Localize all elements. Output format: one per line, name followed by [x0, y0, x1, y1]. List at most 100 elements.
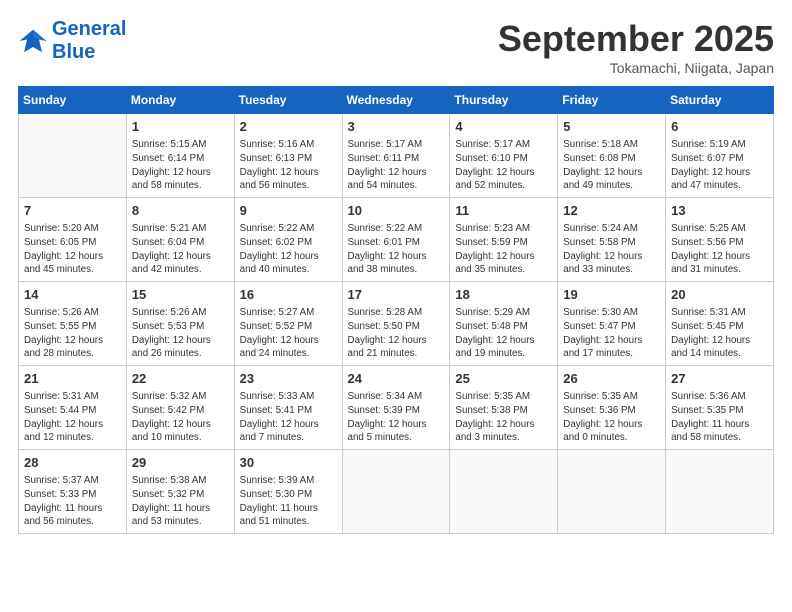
day-of-week-header: Sunday	[19, 87, 127, 114]
day-number: 27	[671, 370, 768, 388]
day-number: 23	[240, 370, 337, 388]
day-number: 3	[348, 118, 445, 136]
location-subtitle: Tokamachi, Niigata, Japan	[498, 60, 774, 76]
day-number: 26	[563, 370, 660, 388]
calendar-week-row: 21Sunrise: 5:31 AM Sunset: 5:44 PM Dayli…	[19, 366, 774, 450]
day-of-week-header: Wednesday	[342, 87, 450, 114]
day-number: 14	[24, 286, 121, 304]
calendar-day-cell: 18 Sunrise: 5:29 AM Sunset: 5:48 PM Dayli…	[450, 282, 558, 366]
calendar-day-cell: 1 Sunrise: 5:15 AM Sunset: 6:14 PM Daylig…	[126, 114, 234, 198]
calendar-week-row: 7Sunrise: 5:20 AM Sunset: 6:05 PM Daylig…	[19, 198, 774, 282]
calendar-day-cell: 30Sunrise: 5:39 AM Sunset: 5:30 PM Dayli…	[234, 450, 342, 534]
logo-icon	[18, 26, 48, 56]
calendar-week-row: 14 Sunrise: 5:26 AM Sunset: 5:55 PM Dayli…	[19, 282, 774, 366]
day-number: 12	[563, 202, 660, 220]
day-info: Sunrise: 5:26 AM Sunset: 5:55 PM Dayligh…	[24, 306, 121, 361]
calendar-day-cell: 26 Sunrise: 5:35 AM Sunset: 5:36 PM Dayli…	[558, 366, 666, 450]
day-info: Sunrise: 5:25 AM Sunset: 5:56 PM Dayligh…	[671, 222, 768, 277]
calendar-day-cell	[19, 114, 127, 198]
calendar-day-cell	[666, 450, 774, 534]
calendar-day-cell: 29Sunrise: 5:38 AM Sunset: 5:32 PM Dayli…	[126, 450, 234, 534]
day-info: Sunrise: 5:29 AM Sunset: 5:48 PM Dayligh…	[455, 306, 552, 361]
calendar-table: SundayMondayTuesdayWednesdayThursdayFrid…	[18, 86, 774, 534]
day-of-week-header: Saturday	[666, 87, 774, 114]
calendar-day-cell: 19 Sunrise: 5:30 AM Sunset: 5:47 PM Dayli…	[558, 282, 666, 366]
calendar-day-cell: 14 Sunrise: 5:26 AM Sunset: 5:55 PM Dayli…	[19, 282, 127, 366]
day-number: 25	[455, 370, 552, 388]
day-number: 11	[455, 202, 552, 220]
day-of-week-header: Monday	[126, 87, 234, 114]
day-number: 16	[240, 286, 337, 304]
day-info: Sunrise: 5:35 AM Sunset: 5:38 PM Dayligh…	[455, 390, 552, 445]
calendar-week-row: 28Sunrise: 5:37 AM Sunset: 5:33 PM Dayli…	[19, 450, 774, 534]
calendar-day-cell	[450, 450, 558, 534]
day-number: 6	[671, 118, 768, 136]
calendar-day-cell: 10 Sunrise: 5:22 AM Sunset: 6:01 PM Dayli…	[342, 198, 450, 282]
calendar-day-cell: 23 Sunrise: 5:33 AM Sunset: 5:41 PM Dayli…	[234, 366, 342, 450]
calendar-day-cell: 11 Sunrise: 5:23 AM Sunset: 5:59 PM Dayli…	[450, 198, 558, 282]
calendar-day-cell: 8Sunrise: 5:21 AM Sunset: 6:04 PM Daylig…	[126, 198, 234, 282]
day-info: Sunrise: 5:39 AM Sunset: 5:30 PM Dayligh…	[240, 474, 337, 529]
day-number: 24	[348, 370, 445, 388]
calendar-day-cell: 9 Sunrise: 5:22 AM Sunset: 6:02 PM Daylig…	[234, 198, 342, 282]
logo-text: General Blue	[52, 18, 126, 64]
title-block: September 2025 Tokamachi, Niigata, Japan	[498, 18, 774, 76]
day-of-week-header: Thursday	[450, 87, 558, 114]
day-number: 21	[24, 370, 121, 388]
day-number: 15	[132, 286, 229, 304]
day-number: 29	[132, 454, 229, 472]
day-number: 2	[240, 118, 337, 136]
day-info: Sunrise: 5:15 AM Sunset: 6:14 PM Dayligh…	[132, 138, 229, 193]
day-info: Sunrise: 5:27 AM Sunset: 5:52 PM Dayligh…	[240, 306, 337, 361]
day-of-week-header: Tuesday	[234, 87, 342, 114]
day-number: 13	[671, 202, 768, 220]
calendar-day-cell: 5 Sunrise: 5:18 AM Sunset: 6:08 PM Daylig…	[558, 114, 666, 198]
day-number: 5	[563, 118, 660, 136]
day-number: 19	[563, 286, 660, 304]
day-info: Sunrise: 5:22 AM Sunset: 6:02 PM Dayligh…	[240, 222, 337, 277]
day-info: Sunrise: 5:32 AM Sunset: 5:42 PM Dayligh…	[132, 390, 229, 445]
day-info: Sunrise: 5:37 AM Sunset: 5:33 PM Dayligh…	[24, 474, 121, 529]
day-info: Sunrise: 5:35 AM Sunset: 5:36 PM Dayligh…	[563, 390, 660, 445]
day-info: Sunrise: 5:33 AM Sunset: 5:41 PM Dayligh…	[240, 390, 337, 445]
day-info: Sunrise: 5:18 AM Sunset: 6:08 PM Dayligh…	[563, 138, 660, 193]
day-info: Sunrise: 5:16 AM Sunset: 6:13 PM Dayligh…	[240, 138, 337, 193]
calendar-day-cell: 20Sunrise: 5:31 AM Sunset: 5:45 PM Dayli…	[666, 282, 774, 366]
calendar-day-cell: 25 Sunrise: 5:35 AM Sunset: 5:38 PM Dayli…	[450, 366, 558, 450]
calendar-day-cell: 4 Sunrise: 5:17 AM Sunset: 6:10 PM Daylig…	[450, 114, 558, 198]
day-info: Sunrise: 5:17 AM Sunset: 6:10 PM Dayligh…	[455, 138, 552, 193]
day-number: 10	[348, 202, 445, 220]
day-number: 7	[24, 202, 121, 220]
month-title: September 2025	[498, 18, 774, 60]
day-info: Sunrise: 5:34 AM Sunset: 5:39 PM Dayligh…	[348, 390, 445, 445]
day-header-row: SundayMondayTuesdayWednesdayThursdayFrid…	[19, 87, 774, 114]
calendar-day-cell: 3Sunrise: 5:17 AM Sunset: 6:11 PM Daylig…	[342, 114, 450, 198]
calendar-day-cell: 16 Sunrise: 5:27 AM Sunset: 5:52 PM Dayli…	[234, 282, 342, 366]
day-info: Sunrise: 5:22 AM Sunset: 6:01 PM Dayligh…	[348, 222, 445, 277]
calendar-day-cell: 21Sunrise: 5:31 AM Sunset: 5:44 PM Dayli…	[19, 366, 127, 450]
calendar-day-cell: 22 Sunrise: 5:32 AM Sunset: 5:42 PM Dayli…	[126, 366, 234, 450]
calendar-day-cell: 24 Sunrise: 5:34 AM Sunset: 5:39 PM Dayli…	[342, 366, 450, 450]
day-info: Sunrise: 5:26 AM Sunset: 5:53 PM Dayligh…	[132, 306, 229, 361]
calendar-day-cell: 17Sunrise: 5:28 AM Sunset: 5:50 PM Dayli…	[342, 282, 450, 366]
day-number: 1	[132, 118, 229, 136]
logo: General Blue	[18, 18, 126, 64]
calendar-day-cell: 7Sunrise: 5:20 AM Sunset: 6:05 PM Daylig…	[19, 198, 127, 282]
day-number: 22	[132, 370, 229, 388]
day-info: Sunrise: 5:28 AM Sunset: 5:50 PM Dayligh…	[348, 306, 445, 361]
calendar-day-cell	[342, 450, 450, 534]
day-info: Sunrise: 5:30 AM Sunset: 5:47 PM Dayligh…	[563, 306, 660, 361]
day-of-week-header: Friday	[558, 87, 666, 114]
day-number: 9	[240, 202, 337, 220]
calendar-day-cell: 6 Sunrise: 5:19 AM Sunset: 6:07 PM Daylig…	[666, 114, 774, 198]
day-info: Sunrise: 5:24 AM Sunset: 5:58 PM Dayligh…	[563, 222, 660, 277]
day-number: 4	[455, 118, 552, 136]
calendar-day-cell: 12 Sunrise: 5:24 AM Sunset: 5:58 PM Dayli…	[558, 198, 666, 282]
calendar-day-cell: 13 Sunrise: 5:25 AM Sunset: 5:56 PM Dayli…	[666, 198, 774, 282]
day-number: 18	[455, 286, 552, 304]
day-info: Sunrise: 5:23 AM Sunset: 5:59 PM Dayligh…	[455, 222, 552, 277]
page-header: General Blue September 2025 Tokamachi, N…	[18, 18, 774, 76]
day-info: Sunrise: 5:19 AM Sunset: 6:07 PM Dayligh…	[671, 138, 768, 193]
calendar-day-cell: 2 Sunrise: 5:16 AM Sunset: 6:13 PM Daylig…	[234, 114, 342, 198]
calendar-day-cell: 28Sunrise: 5:37 AM Sunset: 5:33 PM Dayli…	[19, 450, 127, 534]
